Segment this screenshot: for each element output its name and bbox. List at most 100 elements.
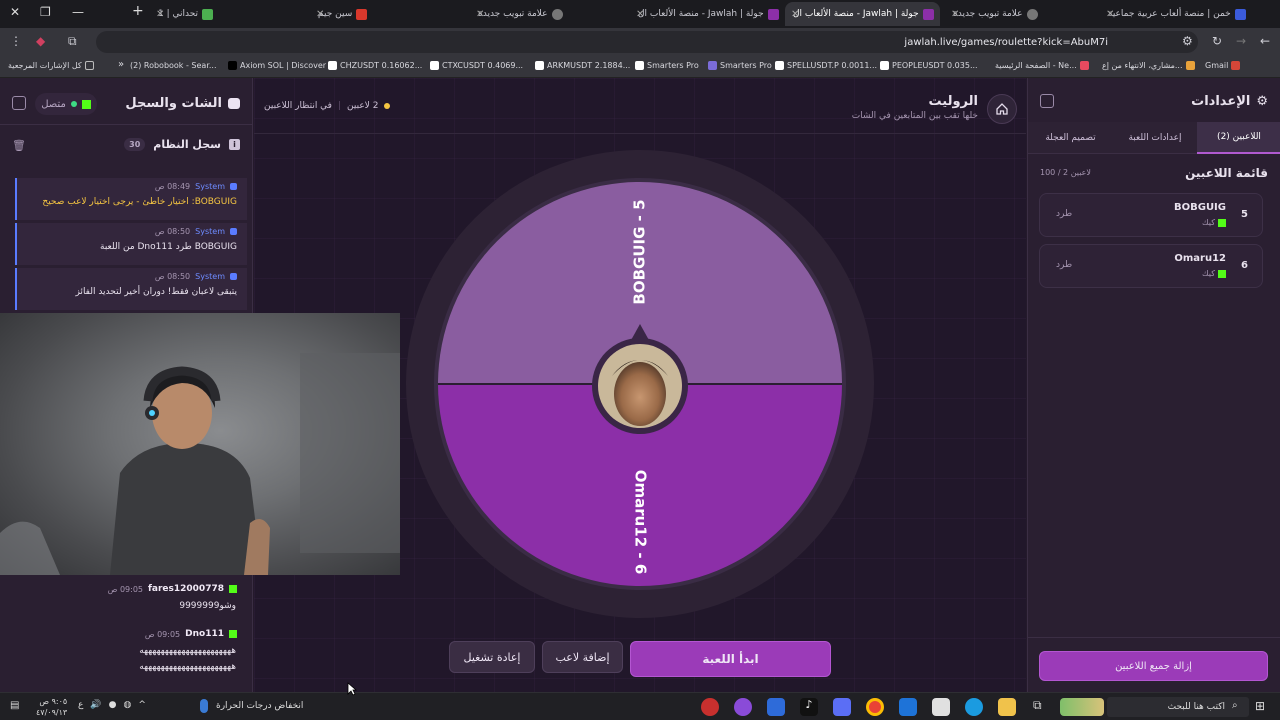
language-icon[interactable]: ع bbox=[78, 700, 83, 710]
system-message: System 08:50 ص يتبقى لاعبان فقط! دوران أ… bbox=[15, 268, 247, 310]
network-icon[interactable]: ◍ bbox=[123, 700, 131, 710]
roulette-wheel[interactable]: BOBGUIG - 5 Omaru12 - 6 bbox=[404, 148, 876, 620]
tiktok-icon[interactable]: ♪ bbox=[800, 698, 818, 716]
player-name: BOBGUIG bbox=[1173, 202, 1226, 213]
bookmark-item[interactable]: (2) Robobook - Sear... bbox=[130, 61, 217, 70]
bookmark-item[interactable]: CHZUSDT 0.16062... bbox=[328, 61, 422, 70]
player-name: Omaru12 bbox=[1174, 253, 1226, 264]
message-time: 08:50 ص bbox=[154, 272, 191, 281]
mic-icon[interactable]: ● bbox=[109, 700, 117, 710]
file-explorer-icon[interactable] bbox=[998, 698, 1016, 716]
browser-tab-active[interactable]: جولة | Jawlah - منصة الألعاب ال ✕ bbox=[785, 2, 940, 26]
app-icon[interactable] bbox=[833, 698, 851, 716]
player-card: 6 Omaru12 كيك طرد bbox=[1039, 244, 1263, 288]
close-window-icon[interactable]: ✕ bbox=[10, 5, 20, 19]
tab-favicon bbox=[202, 8, 214, 20]
restore-window-icon[interactable]: ❐ bbox=[40, 5, 51, 19]
minimize-window-icon[interactable]: — bbox=[72, 5, 84, 19]
collapse-panel-icon[interactable] bbox=[12, 96, 26, 110]
close-tab-icon[interactable]: ✕ bbox=[156, 9, 164, 20]
bookmark-item[interactable]: ARKMUSDT 2.1884... bbox=[535, 61, 630, 70]
tab-players[interactable]: اللاعبين (2) bbox=[1197, 122, 1280, 154]
close-tab-icon[interactable]: ✕ bbox=[791, 9, 799, 20]
start-game-button[interactable]: ابدأ اللعبة bbox=[630, 641, 831, 677]
browser-tab[interactable]: علامة تبويب جديدة ✕ bbox=[945, 2, 1095, 26]
bookmark-item[interactable]: PEOPLEUSDT 0.035... bbox=[880, 61, 978, 70]
close-tab-icon[interactable]: ✕ bbox=[1106, 9, 1114, 20]
close-tab-icon[interactable]: ✕ bbox=[316, 9, 324, 20]
outlook-icon[interactable] bbox=[899, 698, 917, 716]
address-bar[interactable]: jawlah.live/games/roulette?kick=AbuM7i bbox=[96, 31, 1198, 53]
home-button[interactable] bbox=[987, 94, 1017, 124]
bookmark-item[interactable]: SPELLUSDT.P 0.0011... bbox=[775, 61, 877, 70]
edge-icon[interactable] bbox=[965, 698, 983, 716]
weather-widget[interactable]: انخفاض درجات الحرارة bbox=[200, 699, 303, 713]
player-platform: كيك bbox=[1202, 269, 1215, 278]
player-count-status: 2 لاعبين bbox=[347, 101, 379, 111]
tab-favicon bbox=[1234, 8, 1246, 20]
taskbar-search[interactable]: اكتب هنا للبحث bbox=[1107, 697, 1249, 717]
kick-icon bbox=[1218, 269, 1226, 278]
restart-button[interactable]: إعادة تشغيل bbox=[449, 641, 535, 673]
divider bbox=[0, 124, 253, 125]
clock[interactable]: ٩:٠٥ ص ٤٧/٠٩/١٣ bbox=[36, 696, 67, 718]
reload-icon[interactable]: ↻ bbox=[1212, 34, 1222, 48]
browser-toolbar: ⋮ ◆ ⧉ ☆ jawlah.live/games/roulette?kick=… bbox=[0, 28, 1280, 56]
chat-bubble-icon bbox=[228, 98, 240, 109]
extension-icon[interactable]: ◆ bbox=[36, 34, 45, 48]
volume-icon[interactable]: 🔊 bbox=[90, 700, 101, 710]
bookmark-item[interactable]: مشاري، الانتهاء من إع... bbox=[1102, 61, 1195, 70]
browser-tab[interactable]: سين جيم ✕ bbox=[310, 2, 465, 26]
bookmarks-bar: Gmail مشاري، الانتهاء من إع... الصفحة ال… bbox=[0, 56, 1280, 78]
browser-tab[interactable]: جولة | Jawlah - منصة الألعاب ال ✕ bbox=[630, 2, 780, 26]
collapse-settings-icon[interactable] bbox=[1040, 94, 1054, 108]
bookmark-item[interactable]: Smarters Pro bbox=[708, 61, 772, 70]
menu-dots-icon[interactable]: ⋮ bbox=[10, 34, 22, 48]
system-tray: ع 🔊 ● ◍ ^ bbox=[78, 700, 146, 710]
all-bookmarks[interactable]: كل الإشارات المرجعية bbox=[8, 61, 94, 70]
chevron-up-icon[interactable]: ^ bbox=[138, 700, 146, 710]
app-icon[interactable] bbox=[734, 698, 752, 716]
site-settings-icon[interactable]: ⚙ bbox=[1182, 34, 1193, 48]
message-text: BOBGUIG طرد Dno111 من اللعبة bbox=[100, 242, 237, 252]
online-dot bbox=[70, 101, 77, 107]
new-tab-icon[interactable]: + bbox=[132, 3, 144, 19]
browser-tab[interactable]: خمن | منصة ألعاب عربية جماعية ✕ bbox=[1100, 2, 1250, 26]
browser-tab[interactable]: علامة تبويب جديدة ✕ bbox=[470, 2, 620, 26]
bookmark-item[interactable]: Gmail bbox=[1205, 61, 1241, 70]
store-icon[interactable] bbox=[932, 698, 950, 716]
system-log-header: i سجل النظام 30 bbox=[124, 138, 240, 151]
trash-icon[interactable]: 🗑 bbox=[12, 139, 26, 152]
remove-all-players-button[interactable]: إزالة جميع اللاعبين bbox=[1039, 651, 1268, 681]
player-number: 5 bbox=[1241, 209, 1248, 220]
waiting-status: في انتظار اللاعبين bbox=[264, 101, 332, 111]
windows-start-icon[interactable]: ⊞ bbox=[1255, 699, 1265, 713]
kick-player-button[interactable]: طرد bbox=[1056, 209, 1072, 219]
tab-title: خمن | منصة ألعاب عربية جماعية bbox=[1108, 9, 1231, 19]
bookmark-item[interactable]: Smarters Pro bbox=[635, 61, 699, 70]
kick-player-button[interactable]: طرد bbox=[1056, 260, 1072, 270]
app-icon[interactable] bbox=[701, 698, 719, 716]
bookmark-item[interactable]: Axiom SOL | Discover bbox=[228, 61, 326, 70]
add-player-button[interactable]: إضافة لاعب bbox=[542, 641, 623, 673]
bookmarks-overflow-icon[interactable]: » bbox=[118, 59, 124, 70]
forward-icon[interactable]: → bbox=[1236, 34, 1246, 48]
task-view-icon[interactable]: ⧉ bbox=[1033, 698, 1051, 716]
address-url: jawlah.live/games/roulette?kick=AbuM7i bbox=[904, 36, 1108, 48]
chrome-icon[interactable] bbox=[866, 698, 884, 716]
bookmark-item[interactable]: الصفحة الرئيسية - Ne... bbox=[995, 61, 1089, 70]
tab-game-settings[interactable]: إعدادات اللعبة bbox=[1113, 122, 1197, 154]
close-tab-icon[interactable]: ✕ bbox=[476, 9, 484, 20]
back-icon[interactable]: ← bbox=[1260, 34, 1270, 48]
close-tab-icon[interactable]: ✕ bbox=[951, 9, 959, 20]
notifications-icon[interactable]: ▤ bbox=[10, 700, 19, 711]
tab-wheel-design[interactable]: تصميم العجلة bbox=[1028, 122, 1113, 154]
close-tab-icon[interactable]: ✕ bbox=[636, 9, 644, 20]
home-icon bbox=[996, 103, 1008, 115]
app-icon[interactable] bbox=[767, 698, 785, 716]
bookmark-item[interactable]: CTXCUSDT 0.4069... bbox=[430, 61, 523, 70]
browser-tab[interactable]: تحداني | 1 ✕ bbox=[150, 2, 305, 26]
tab-favicon bbox=[356, 8, 368, 20]
extensions-puzzle-icon[interactable]: ⧉ bbox=[68, 34, 77, 49]
